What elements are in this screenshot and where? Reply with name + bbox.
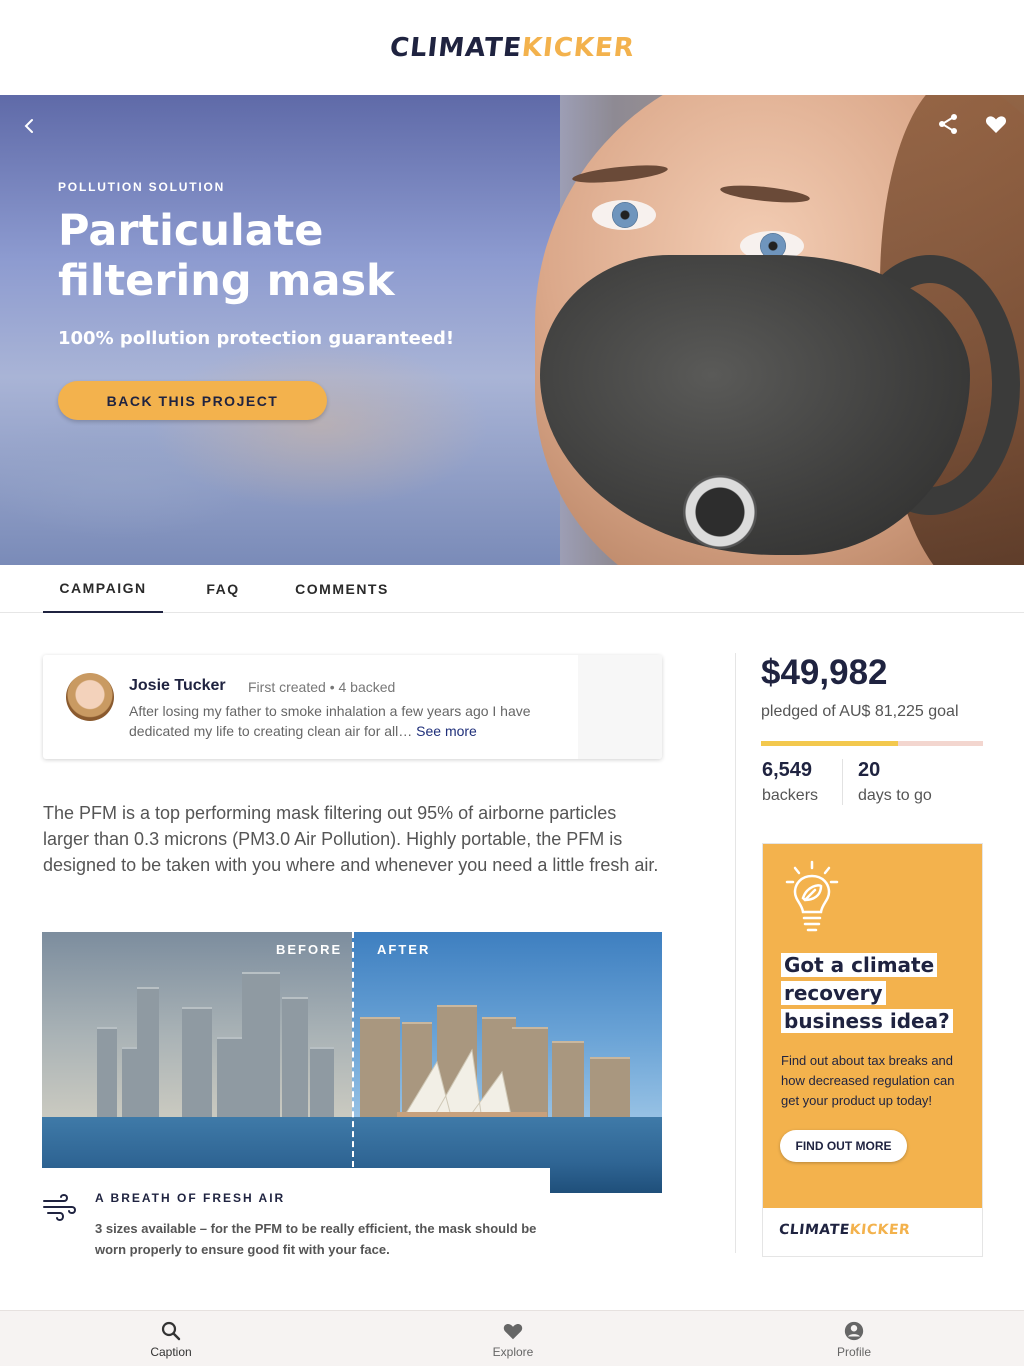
find-out-more-button[interactable]: FIND OUT MORE (780, 1130, 907, 1162)
promo-headline-line: business idea? (781, 1009, 953, 1033)
see-more-link[interactable]: See more (416, 723, 477, 739)
search-icon (161, 1321, 181, 1340)
building (360, 1017, 400, 1117)
building (242, 972, 280, 1117)
logo-part-kicker: KICKER (848, 1222, 912, 1238)
avatar[interactable] (66, 673, 114, 721)
hero-eyebrow: POLLUTION SOLUTION (58, 180, 226, 194)
nav-profile-label: Profile (836, 1344, 871, 1359)
building (182, 1007, 212, 1117)
wind-icon (42, 1193, 78, 1223)
nav-caption-label: Caption (150, 1344, 192, 1359)
after-label: AFTER (377, 942, 431, 957)
hero-photo-eye (592, 200, 656, 230)
nav-explore-label: Explore (492, 1344, 534, 1359)
hero-title: Particulate filtering mask (58, 206, 395, 306)
column-divider (735, 653, 736, 1253)
profile-icon (844, 1321, 864, 1340)
promo-headline-line: recovery (781, 981, 886, 1005)
back-project-button[interactable]: BACK THIS PROJECT (58, 381, 327, 420)
building (590, 1057, 630, 1117)
promo-text: Find out about tax breaks and how decrea… (781, 1053, 955, 1108)
funding-progress-fill (761, 741, 898, 746)
days-count: 20 (858, 759, 881, 781)
days-label: days to go (858, 787, 932, 804)
promo-headline: Got a climate recovery business idea? (781, 951, 971, 1035)
hero-text: POLLUTION SOLUTION Particulate filtering… (58, 180, 528, 349)
building (137, 987, 159, 1117)
promo-card: Got a climate recovery business idea? Fi… (762, 843, 983, 1257)
feature-title: A BREATH OF FRESH AIR (95, 1191, 286, 1205)
tab-comments[interactable]: COMMENTS (282, 565, 402, 613)
promo-brand-logo: CLIMATEKICKER (778, 1222, 911, 1238)
comparison-divider (352, 932, 354, 1167)
tab-faq[interactable]: FAQ (192, 565, 254, 613)
logo-part-climate: CLIMATE (778, 1222, 851, 1238)
stats-separator (842, 759, 843, 805)
tab-campaign[interactable]: CAMPAIGN (43, 565, 163, 613)
logo-part-kicker: KICKER (519, 32, 636, 63)
campaign-description: The PFM is a top performing mask filteri… (43, 803, 659, 875)
creator-name[interactable]: Josie Tucker (129, 677, 226, 695)
hero-subtitle: 100% pollution protection guaranteed! (58, 328, 455, 349)
heart-icon[interactable] (984, 112, 1008, 136)
heart-icon (503, 1323, 523, 1339)
creator-meta: First created • 4 backed (248, 679, 396, 695)
opera-house (397, 1048, 547, 1122)
top-bar: CLIMATE KICKER (0, 0, 1024, 95)
goal-text: pledged of AU$ 81,225 goal (761, 703, 959, 720)
before-after-image: BEFORE AFTER (42, 932, 662, 1193)
creator-card: Josie Tucker First created • 4 backed Af… (43, 655, 662, 759)
building (97, 1027, 117, 1117)
tab-bar: CAMPAIGN FAQ COMMENTS (0, 565, 1024, 613)
backers-count: 6,549 (762, 759, 813, 781)
feature-text: 3 sizes available – for the PFM to be re… (95, 1221, 537, 1257)
hero-photo-mask-valve (683, 475, 757, 549)
back-arrow-icon[interactable] (18, 115, 40, 137)
logo-part-climate: CLIMATE (388, 32, 524, 63)
nav-explore[interactable]: Explore (453, 1311, 573, 1366)
backers-label: backers (762, 787, 819, 804)
bottom-nav: Caption Explore Profile (0, 1310, 1024, 1366)
nav-caption[interactable]: Caption (111, 1311, 231, 1366)
building (310, 1047, 334, 1117)
before-label: BEFORE (276, 942, 343, 957)
pledged-amount: $49,982 (761, 653, 888, 692)
building (217, 1037, 245, 1117)
creator-bio: After losing my father to smoke inhalati… (129, 701, 549, 741)
funding-progress-bar (761, 741, 983, 746)
promo-headline-line: Got a climate (781, 953, 938, 977)
lightbulb-leaf-icon (781, 858, 843, 938)
nav-profile[interactable]: Profile (794, 1311, 914, 1366)
building (282, 997, 308, 1117)
share-icon[interactable] (936, 112, 960, 136)
caption-overlay (42, 1168, 550, 1193)
building (552, 1041, 584, 1117)
brand-logo[interactable]: CLIMATE KICKER (388, 33, 636, 63)
